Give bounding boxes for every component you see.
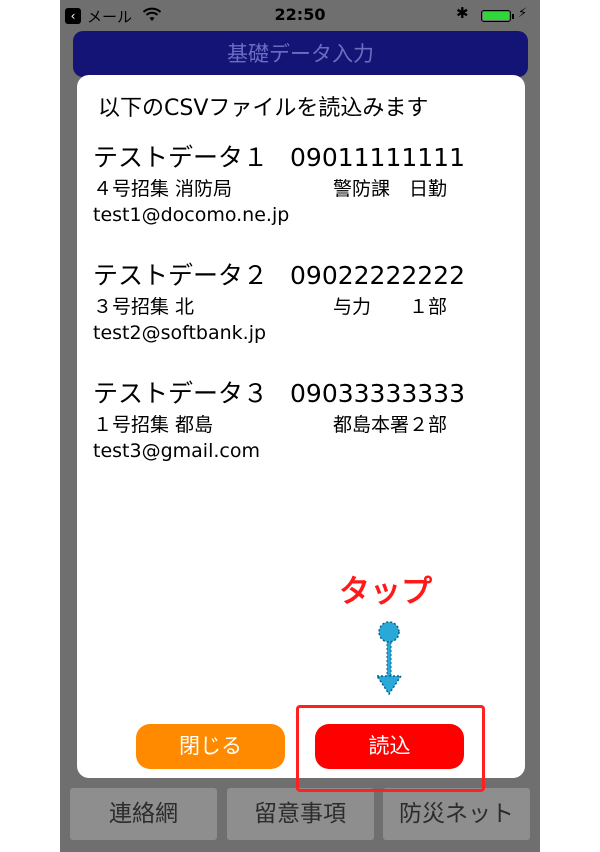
record-assignment: ４号招集 消防局 警防課 日勤	[93, 174, 513, 204]
csv-import-dialog: 以下のCSVファイルを読込みます テストデータ１ 09011111111 ４号招集…	[77, 75, 525, 778]
record-dept: 与力 １部	[333, 296, 448, 318]
record-phone: 09033333333	[290, 379, 465, 408]
record-email: test3@gmail.com	[93, 440, 260, 462]
close-button[interactable]: 閉じる	[136, 724, 285, 769]
record-phone: 09011111111	[290, 143, 465, 172]
status-bar: ‹ メール 22:50 ✱ ⚡	[60, 0, 540, 32]
record-header: テストデータ２ 09022222222	[93, 256, 513, 292]
record-item: テストデータ３ 09033333333 １号招集 都島 都島本署２部 test3@…	[93, 374, 513, 492]
record-dept: 警防課 日勤	[333, 178, 448, 200]
tap-highlight-frame	[296, 705, 485, 792]
tap-arrow-icon	[375, 621, 403, 696]
tab-notes[interactable]: 留意事項	[226, 788, 374, 840]
record-header: テストデータ３ 09033333333	[93, 374, 513, 410]
record-name: テストデータ３	[93, 379, 269, 408]
record-item: テストデータ２ 09022222222 ３号招集 北 与力 １部 test2@so…	[93, 256, 513, 374]
record-unit: １号招集 都島	[93, 414, 214, 436]
record-phone: 09022222222	[290, 261, 465, 290]
record-unit: ４号招集 消防局	[93, 178, 233, 200]
record-header: テストデータ１ 09011111111	[93, 138, 513, 174]
record-unit: ３号招集 北	[93, 296, 195, 318]
battery-tip	[512, 14, 514, 19]
tab-disaster-net[interactable]: 防災ネット	[383, 788, 530, 840]
tab-contact-network[interactable]: 連絡網	[70, 788, 217, 840]
record-assignment: １号招集 都島 都島本署２部	[93, 410, 513, 440]
bottom-tab-bar: 連絡網 留意事項 防災ネット	[70, 788, 530, 840]
app-title-bar: 基礎データ入力	[73, 31, 528, 77]
record-name: テストデータ１	[93, 143, 269, 172]
dialog-title: 以下のCSVファイルを読込みます	[98, 96, 429, 121]
record-assignment: ３号招集 北 与力 １部	[93, 292, 513, 322]
record-email: test1@docomo.ne.jp	[93, 204, 290, 226]
record-item: テストデータ１ 09011111111 ４号招集 消防局 警防課 日勤 test1…	[93, 138, 513, 256]
tap-annotation-label: タップ	[339, 574, 432, 610]
record-list: テストデータ１ 09011111111 ４号招集 消防局 警防課 日勤 test1…	[93, 138, 513, 492]
record-dept: 都島本署２部	[333, 414, 448, 436]
record-name: テストデータ２	[93, 261, 269, 290]
battery-icon	[481, 10, 511, 22]
record-email: test2@softbank.jp	[93, 322, 267, 344]
bluetooth-icon: ✱	[456, 4, 469, 22]
charging-icon: ⚡	[518, 6, 528, 21]
